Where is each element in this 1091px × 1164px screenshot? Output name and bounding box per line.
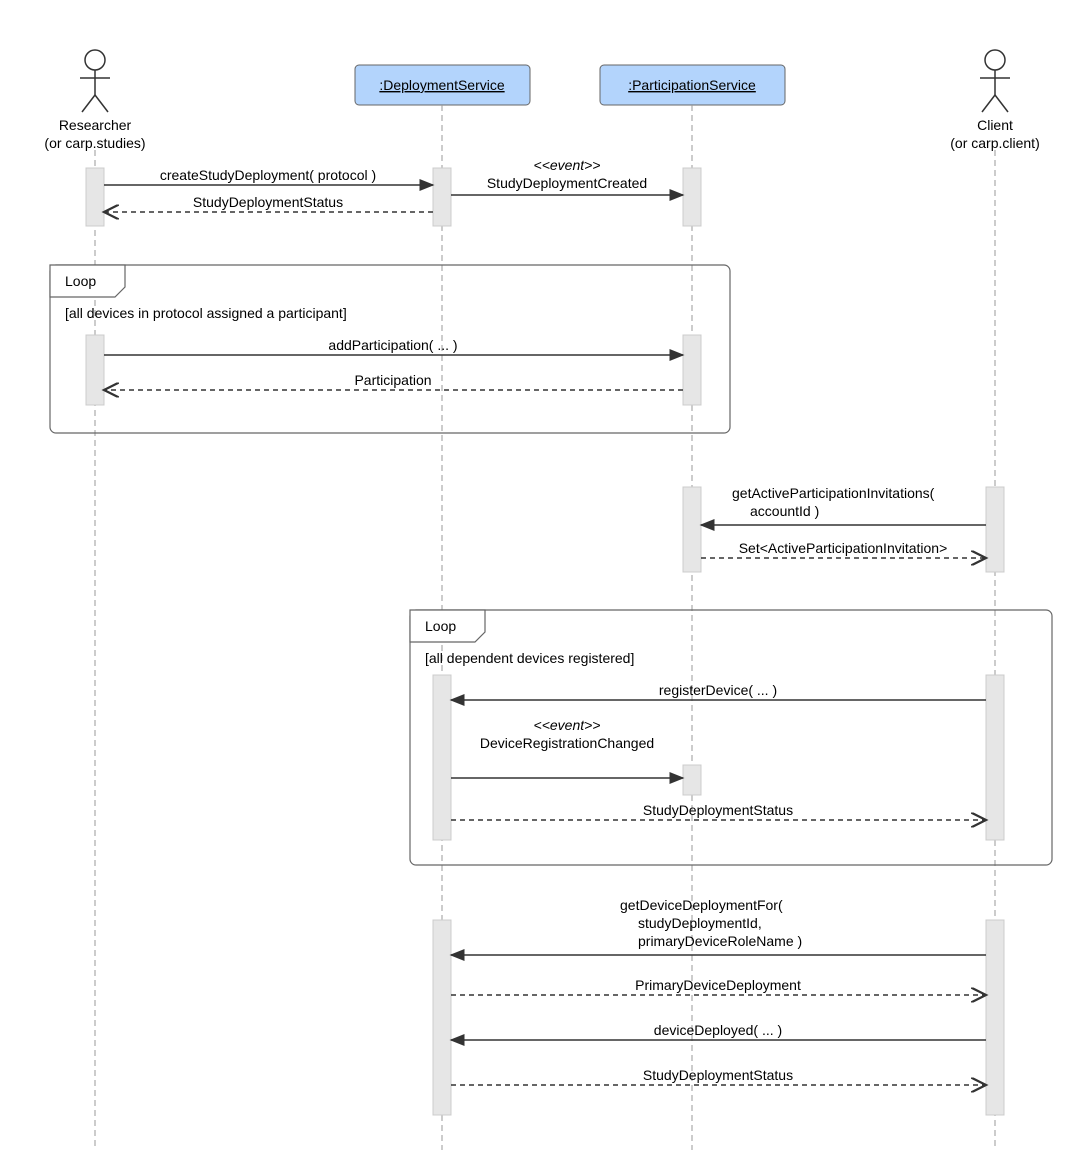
msg-event2: <<event>> [534,717,601,733]
msg-get-invitations-a: getActiveParticipationInvitations( [732,485,935,501]
actor-client: Client (or carp.client) [950,50,1039,151]
actor-client-sub: (or carp.client) [950,135,1039,151]
msg-status-2: StudyDeploymentStatus [643,802,793,818]
msg-get-dd-c: primaryDeviceRoleName ) [638,933,802,949]
actor-researcher: Researcher (or carp.studies) [44,50,145,151]
loop2-guard: [all dependent devices registered] [425,650,634,666]
msg-pdd: PrimaryDeviceDeployment [635,977,801,993]
msg-create-study: createStudyDeployment( protocol ) [160,167,376,183]
activation-deployment-1 [433,168,451,226]
sequence-diagram: Researcher (or carp.studies) :Deployment… [10,10,1091,1154]
msg-add-participation: addParticipation( ... ) [328,337,457,353]
activation-participation-2 [683,335,701,405]
msg-study-created: StudyDeploymentCreated [487,175,647,191]
activation-participation-1 [683,168,701,226]
activation-researcher-1 [86,168,104,226]
activation-deployment-2 [433,675,451,840]
actor-client-label: Client [977,117,1013,133]
msg-study-status: StudyDeploymentStatus [193,194,343,210]
activation-deployment-3 [433,920,451,1115]
msg-status-3: StudyDeploymentStatus [643,1067,793,1083]
msg-device-changed: DeviceRegistrationChanged [480,735,654,751]
activation-client-1 [986,487,1004,572]
activation-participation-4 [683,765,701,795]
service-participation: :ParticipationService [600,65,785,105]
service-deployment: :DeploymentService [355,65,530,105]
activation-researcher-2 [86,335,104,405]
loop2-label: Loop [425,618,456,634]
msg-get-invitations-b: accountId ) [750,503,819,519]
msg-event1: <<event>> [534,157,601,173]
actor-researcher-label: Researcher [59,117,132,133]
msg-participation: Participation [354,372,431,388]
loop1-label: Loop [65,273,96,289]
activation-client-2 [986,675,1004,840]
msg-device-deployed: deviceDeployed( ... ) [654,1022,782,1038]
service-participation-label: :ParticipationService [628,77,756,93]
actor-researcher-sub: (or carp.studies) [44,135,145,151]
activation-participation-3 [683,487,701,572]
loop1-guard: [all devices in protocol assigned a part… [65,305,347,321]
msg-register-device: registerDevice( ... ) [659,682,777,698]
msg-invitations: Set<ActiveParticipationInvitation> [739,540,948,556]
msg-get-dd-b: studyDeploymentId, [638,915,762,931]
activation-client-3 [986,920,1004,1115]
msg-get-dd-a: getDeviceDeploymentFor( [620,897,783,913]
service-deployment-label: :DeploymentService [379,77,504,93]
